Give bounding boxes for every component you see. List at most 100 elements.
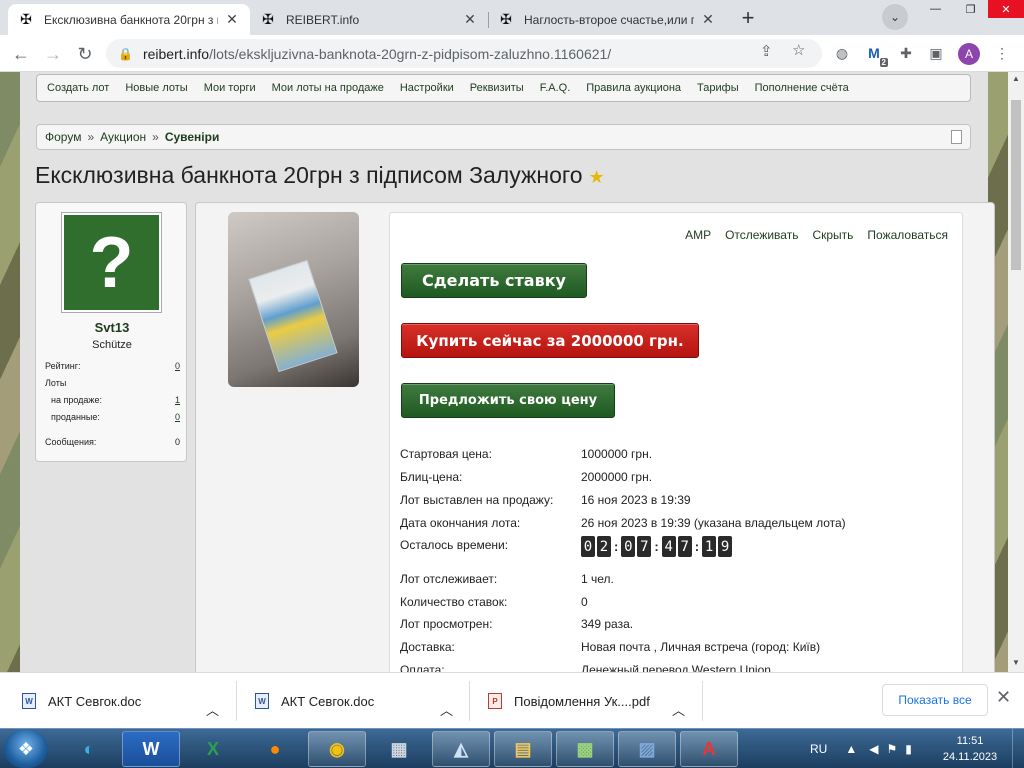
- nav-my-lots-on-sale[interactable]: Мои лоты на продаже: [272, 82, 384, 94]
- lock-icon[interactable]: 🔒: [118, 47, 133, 61]
- puzzle-extensions-icon[interactable]: ✚: [896, 43, 916, 63]
- seller-sold-link[interactable]: 0: [175, 412, 180, 422]
- page-scrollbar[interactable]: ▲ ▼: [1008, 72, 1024, 672]
- share-icon[interactable]: ⇪: [760, 42, 773, 60]
- lot-photo[interactable]: [228, 212, 359, 387]
- info-bid-count: Количество ставок: 0: [400, 595, 588, 609]
- minimize-icon[interactable]: —: [918, 0, 953, 18]
- browser-tab-strip: ✠ Ексклюзивна банкнота 20грн з підписом …: [0, 0, 1024, 35]
- seller-name[interactable]: Svt13: [36, 320, 188, 335]
- acrobat-reader-icon[interactable]: A: [680, 731, 738, 767]
- extension-badge: 2: [879, 58, 888, 67]
- restore-icon[interactable]: ❐: [953, 0, 988, 18]
- banknote-packet-image: [248, 259, 338, 373]
- globe-extension-icon[interactable]: ◍: [832, 43, 852, 63]
- close-tab-icon[interactable]: ✕: [462, 11, 478, 28]
- tab-lot[interactable]: ✠ Ексклюзивна банкнота 20грн з підписом …: [8, 4, 250, 35]
- nav-create-lot[interactable]: Создать лот: [47, 82, 109, 94]
- clock[interactable]: 11:51 24.11.2023: [940, 733, 1000, 765]
- tab-title: Ексклюзивна банкнота 20грн з підписом За…: [44, 12, 218, 27]
- question-mark-icon: ?: [64, 215, 159, 310]
- bookmark-star-icon[interactable]: ☆: [792, 41, 805, 59]
- edge-browser-icon[interactable]: ◐: [60, 731, 118, 767]
- reload-icon[interactable]: ↻: [72, 41, 98, 67]
- seller-on-sale-link[interactable]: 1: [175, 395, 180, 405]
- excel-app-icon[interactable]: X: [184, 731, 242, 767]
- scanner-app-icon[interactable]: ◭: [432, 731, 490, 767]
- download-item[interactable]: W АКТ Севгок.doc: [22, 685, 141, 717]
- download-menu-chevron-icon[interactable]: ︿: [440, 693, 453, 725]
- nav-auction-rules[interactable]: Правила аукциона: [586, 82, 681, 94]
- window-controls: — ❐ ✕: [918, 0, 1024, 20]
- notebook-app-icon[interactable]: ▨: [618, 731, 676, 767]
- new-tab-plus-icon[interactable]: +: [734, 5, 762, 31]
- forward-arrow-icon[interactable]: →: [40, 41, 66, 67]
- tab-thread[interactable]: ✠ Наглость-второе счастье,или правда ✕: [488, 4, 726, 35]
- url-text: reibert.info/lots/ekskljuzivna-banknota-…: [142, 45, 612, 62]
- download-item[interactable]: P Повідомлення Ук....pdf: [488, 685, 650, 717]
- close-tab-icon[interactable]: ✕: [224, 11, 240, 28]
- lot-actions: AMP Отслеживать Скрыть Пожаловаться: [685, 228, 948, 242]
- scroll-down-icon[interactable]: ▼: [1008, 656, 1024, 670]
- file-explorer-icon[interactable]: ▤: [494, 731, 552, 767]
- info-end-date: Дата окончания лота: 26 ноя 2023 в 19:39 …: [400, 516, 846, 530]
- word-app-icon[interactable]: W: [122, 731, 180, 767]
- watch-link[interactable]: Отслеживать: [725, 228, 798, 242]
- start-button-windows-icon[interactable]: ❖: [4, 730, 48, 768]
- side-panel-icon[interactable]: ▣: [926, 43, 946, 63]
- window-close-icon[interactable]: ✕: [988, 0, 1024, 18]
- tray-expand-icon[interactable]: ▲: [845, 742, 857, 756]
- back-arrow-icon[interactable]: ←: [8, 41, 34, 67]
- profile-avatar[interactable]: A: [958, 43, 980, 65]
- tab-title: REIBERT.info: [286, 12, 360, 27]
- document-icon[interactable]: [951, 130, 962, 144]
- pdf-file-icon: P: [488, 693, 502, 709]
- download-menu-chevron-icon[interactable]: ︿: [672, 693, 685, 725]
- nav-requisites[interactable]: Реквизиты: [470, 82, 524, 94]
- tab-search-chevron-icon[interactable]: ⌄: [882, 4, 908, 30]
- buy-now-button[interactable]: Купить сейчас за 2000000 грн.: [401, 323, 699, 358]
- close-download-bar-icon[interactable]: ✕: [996, 687, 1011, 708]
- action-center-flag-icon[interactable]: ⚑: [886, 742, 897, 756]
- nav-top-up[interactable]: Пополнение счёта: [755, 82, 849, 94]
- tab-reibert[interactable]: ✠ REIBERT.info ✕: [250, 4, 488, 35]
- scroll-up-icon[interactable]: ▲: [1008, 72, 1024, 86]
- lot-box: AMP Отслеживать Скрыть Пожаловаться Сдел…: [195, 202, 995, 672]
- nav-new-lots[interactable]: Новые лоты: [125, 82, 187, 94]
- download-menu-chevron-icon[interactable]: ︿: [206, 693, 219, 725]
- hide-link[interactable]: Скрыть: [812, 228, 853, 242]
- avatar[interactable]: ?: [61, 212, 162, 313]
- iron-cross-favicon-icon: ✠: [262, 11, 274, 27]
- page-title: Ексклюзивна банкнота 20грн з підписом За…: [35, 162, 605, 188]
- make-offer-button[interactable]: Предложить свою цену: [401, 383, 615, 418]
- amp-link[interactable]: AMP: [685, 228, 711, 242]
- show-all-downloads-button[interactable]: Показать все: [882, 684, 988, 716]
- place-bid-button[interactable]: Сделать ставку: [401, 263, 587, 298]
- report-link[interactable]: Пожаловаться: [867, 228, 948, 242]
- close-tab-icon[interactable]: ✕: [700, 11, 716, 28]
- nav-my-bids[interactable]: Мои торги: [204, 82, 256, 94]
- calculator-app-icon[interactable]: ▦: [370, 731, 428, 767]
- language-indicator[interactable]: RU: [810, 742, 827, 756]
- network-icon[interactable]: ▮: [905, 742, 912, 756]
- volume-icon[interactable]: ◀: [869, 742, 878, 756]
- nav-faq[interactable]: F.A.Q.: [540, 82, 571, 94]
- photo-viewer-icon[interactable]: ▩: [556, 731, 614, 767]
- mail-extension-icon[interactable]: M2: [864, 43, 888, 67]
- breadcrumb-auction[interactable]: Аукцион: [100, 130, 146, 144]
- seller-rating-link[interactable]: 0: [175, 361, 180, 371]
- firefox-browser-icon[interactable]: ●: [246, 731, 304, 767]
- show-desktop-button[interactable]: [1012, 729, 1024, 768]
- seller-rating-row: Рейтинг: 0: [45, 361, 180, 371]
- breadcrumb-forum[interactable]: Форум: [45, 130, 81, 144]
- scrollbar-thumb[interactable]: [1011, 100, 1021, 270]
- chrome-browser-icon[interactable]: ◉: [308, 731, 366, 767]
- address-bar[interactable]: 🔒 reibert.info/lots/ekskljuzivna-banknot…: [106, 39, 822, 68]
- breadcrumb-current[interactable]: Сувеніри: [165, 130, 220, 144]
- nav-settings[interactable]: Настройки: [400, 82, 454, 94]
- nav-tariffs[interactable]: Тарифы: [697, 82, 739, 94]
- info-payment: Оплата: Денежный перевод Western Union: [400, 663, 771, 672]
- kebab-menu-icon[interactable]: ⋮: [992, 43, 1012, 63]
- download-item[interactable]: W АКТ Севгок.doc: [255, 685, 374, 717]
- page-viewport: Создать лот Новые лоты Мои торги Мои лот…: [0, 72, 1024, 672]
